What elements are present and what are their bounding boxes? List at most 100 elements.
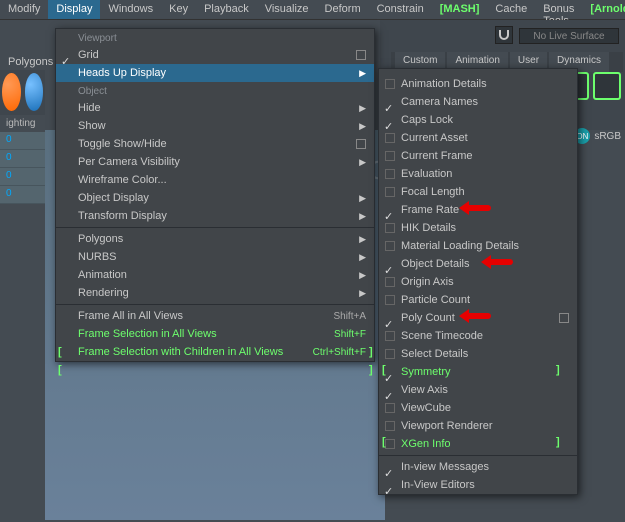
menu-item-inview-editors[interactable]: In-View Editors (379, 476, 577, 494)
hud-item-xgen-info[interactable]: XGen Info (379, 435, 577, 453)
menu-item-wireframe-color[interactable]: Wireframe Color... (56, 171, 374, 189)
live-surface-indicator[interactable]: No Live Surface (519, 28, 619, 44)
submenu-arrow-icon: ▶ (359, 193, 366, 204)
menu-bonus-tools[interactable]: Bonus Tools (535, 0, 582, 19)
menu-cache[interactable]: Cache (487, 0, 535, 19)
checkbox-empty-icon (385, 403, 395, 413)
menu-constrain[interactable]: Constrain (369, 0, 432, 19)
hud-item-frame-rate[interactable]: Frame Rate (379, 201, 577, 219)
polygons-shelf-label[interactable]: Polygons (0, 52, 61, 72)
channel-value-1[interactable]: 0 (0, 150, 45, 168)
menu-item-inview-messages[interactable]: In-view Messages (379, 458, 577, 476)
tool-icon-1[interactable] (2, 73, 21, 111)
hud-item-particle-count[interactable]: Particle Count (379, 291, 577, 309)
hud-item-select-details[interactable]: Select Details (379, 345, 577, 363)
channel-value-3[interactable]: 0 (0, 186, 45, 204)
submenu-arrow-icon: ▶ (359, 103, 366, 114)
srgb-label[interactable]: sRGB (594, 131, 621, 142)
menu-item-label: Scene Timecode (401, 330, 483, 342)
option-box-icon[interactable] (356, 50, 366, 60)
menu-playback[interactable]: Playback (196, 0, 257, 19)
menu-arnold[interactable]: [Arnold] (582, 0, 625, 19)
checkbox-empty-icon (385, 241, 395, 251)
menu-item-per-camera-visibility[interactable]: Per Camera Visibility▶ (56, 153, 374, 171)
hud-item-poly-count[interactable]: Poly Count (379, 309, 577, 327)
bracket-icon: [ (58, 364, 62, 376)
menu-item-label: View Axis (401, 384, 448, 396)
menu-item-frame-selection[interactable]: Frame Selection in All ViewsShift+F (56, 325, 374, 343)
hud-item-scene-timecode[interactable]: Scene Timecode (379, 327, 577, 345)
hud-item-animation-details[interactable]: Animation Details (379, 75, 577, 93)
menu-item-hide[interactable]: Hide▶ (56, 99, 374, 117)
hud-item-caps-lock[interactable]: Caps Lock (379, 111, 577, 129)
bracket-icon: [ (382, 364, 386, 376)
menu-item-object-display[interactable]: Object Display▶ (56, 189, 374, 207)
menu-item-frame-selection-children[interactable]: Frame Selection with Children in All Vie… (56, 343, 374, 361)
hud-item-current-asset[interactable]: Current Asset (379, 129, 577, 147)
bracket-icon: [ (382, 436, 386, 448)
menu-divider (379, 455, 577, 456)
hud-item-evaluation[interactable]: Evaluation (379, 165, 577, 183)
hud-item-camera-names[interactable]: Camera Names (379, 93, 577, 111)
shelf-icon-2[interactable] (593, 72, 621, 100)
menu-item-label: Poly Count (401, 312, 455, 324)
menu-item-label: Origin Axis (401, 276, 454, 288)
menu-deform[interactable]: Deform (317, 0, 369, 19)
channel-value-2[interactable]: 0 (0, 168, 45, 186)
menu-mash[interactable]: [MASH] (432, 0, 488, 19)
menu-item-show[interactable]: Show▶ (56, 117, 374, 135)
submenu-arrow-icon: ▶ (359, 288, 366, 299)
menu-item-label: HIK Details (401, 222, 456, 234)
submenu-arrow-icon: ▶ (359, 252, 366, 263)
hud-item-origin-axis[interactable]: Origin Axis (379, 273, 577, 291)
hud-item-symmetry[interactable]: Symmetry (379, 363, 577, 381)
menu-item-nurbs[interactable]: NURBS▶ (56, 248, 374, 266)
display-dropdown-menu: Viewport Grid Heads Up Display▶ Object H… (55, 28, 375, 362)
hud-item-viewport-renderer[interactable]: Viewport Renderer (379, 417, 577, 435)
menu-item-label: Frame Rate (401, 204, 459, 216)
hud-item-viewcube[interactable]: ViewCube (379, 399, 577, 417)
hud-item-view-axis[interactable]: View Axis (379, 381, 577, 399)
checkbox-empty-icon (385, 169, 395, 179)
hud-item-hik-details[interactable]: HIK Details (379, 219, 577, 237)
menu-item-polygons[interactable]: Polygons▶ (56, 230, 374, 248)
hud-item-current-frame[interactable]: Current Frame (379, 147, 577, 165)
submenu-arrow-icon: ▶ (359, 121, 366, 132)
checkbox-empty-icon (385, 133, 395, 143)
menu-item-toggle-show-hide[interactable]: Toggle Show/Hide (56, 135, 374, 153)
option-box-icon[interactable] (356, 139, 366, 149)
menu-section-viewport: Viewport (56, 29, 374, 46)
menu-key[interactable]: Key (161, 0, 196, 19)
menu-item-heads-up-display[interactable]: Heads Up Display▶ (56, 64, 374, 82)
menu-item-transform-display[interactable]: Transform Display▶ (56, 207, 374, 225)
checkbox-empty-icon (385, 349, 395, 359)
menu-modify[interactable]: Modify (0, 0, 48, 19)
heads-up-display-submenu: Animation DetailsCamera NamesCaps LockCu… (378, 68, 578, 495)
channel-value-0[interactable]: 0 (0, 132, 45, 150)
bracket-icon: ] (556, 364, 560, 376)
submenu-arrow-icon: ▶ (359, 234, 366, 245)
hud-item-material-loading-details[interactable]: Material Loading Details (379, 237, 577, 255)
shortcut-label: Ctrl+Shift+F (313, 347, 366, 358)
magnet-button[interactable] (495, 26, 513, 44)
lighting-panel-label: ighting (0, 114, 41, 133)
menu-item-grid[interactable]: Grid (56, 46, 374, 64)
menu-visualize[interactable]: Visualize (257, 0, 317, 19)
menu-item-label: Animation Details (401, 78, 487, 90)
submenu-arrow-icon: ▶ (359, 157, 366, 168)
submenu-arrow-icon: ▶ (359, 211, 366, 222)
menu-windows[interactable]: Windows (100, 0, 161, 19)
checkbox-empty-icon (385, 187, 395, 197)
menu-item-label: Select Details (401, 348, 468, 360)
bracket-icon: ] (369, 364, 373, 376)
menu-display[interactable]: Display (48, 0, 100, 19)
option-box-icon[interactable] (559, 313, 569, 323)
menu-item-rendering[interactable]: Rendering▶ (56, 284, 374, 302)
hud-item-focal-length[interactable]: Focal Length (379, 183, 577, 201)
shortcut-label: Shift+F (334, 329, 366, 340)
tool-icon-2[interactable] (25, 73, 44, 111)
menu-item-label: Symmetry (401, 366, 451, 378)
menu-item-frame-all[interactable]: Frame All in All ViewsShift+A (56, 307, 374, 325)
menu-item-animation[interactable]: Animation▶ (56, 266, 374, 284)
hud-item-object-details[interactable]: Object Details (379, 255, 577, 273)
